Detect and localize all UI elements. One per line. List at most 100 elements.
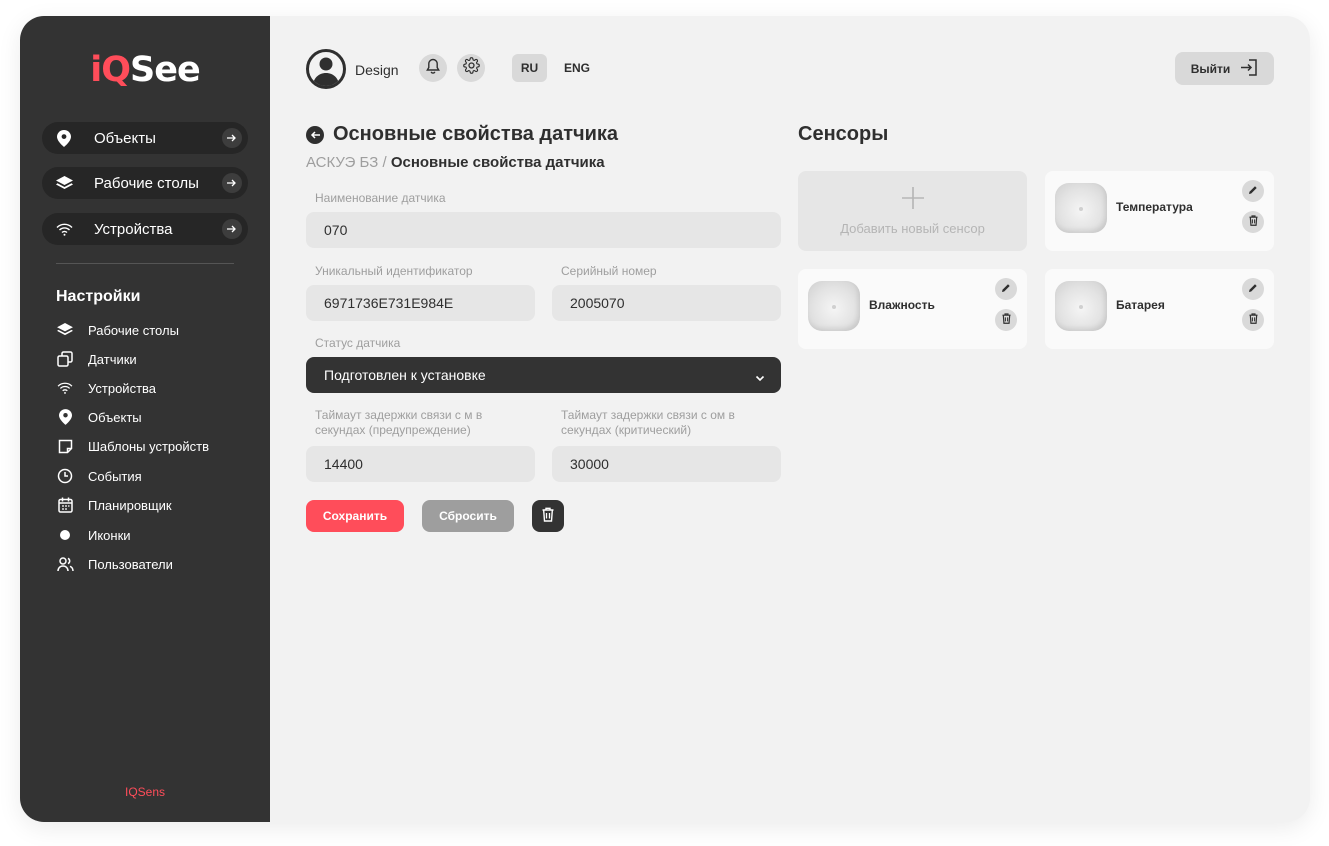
add-sensor-button[interactable]: Добавить новый сенсор bbox=[798, 171, 1027, 251]
layers-icon bbox=[56, 321, 74, 339]
reset-button[interactable]: Сбросить bbox=[422, 500, 514, 532]
save-button[interactable]: Сохранить bbox=[306, 500, 404, 532]
avatar[interactable] bbox=[306, 49, 346, 89]
sensor-name: Температура bbox=[1116, 200, 1193, 214]
settings-item-icons[interactable]: Иконки bbox=[56, 526, 131, 544]
trash-icon bbox=[1001, 311, 1011, 329]
arrow-left-icon bbox=[310, 126, 320, 144]
location-pin-icon bbox=[54, 128, 74, 148]
status-label: Статус датчика bbox=[315, 336, 401, 350]
delete-sensor-button[interactable] bbox=[1242, 211, 1264, 233]
circle-icon bbox=[56, 526, 74, 544]
uid-input[interactable] bbox=[306, 285, 535, 321]
username: Design bbox=[355, 62, 399, 78]
timeout-warn-label-line1: Таймаут задержки связи с м в bbox=[315, 408, 483, 422]
pencil-icon bbox=[1248, 280, 1258, 298]
sensor-card-temperature[interactable]: Температура bbox=[1045, 171, 1274, 251]
sensor-name-input[interactable] bbox=[306, 212, 781, 248]
settings-item-label: События bbox=[88, 468, 142, 484]
breadcrumb-current: Основные свойства датчика bbox=[390, 154, 605, 171]
sidebar: iQSee Объекты Рабочие столы Устройства Н… bbox=[20, 16, 270, 822]
sensor-card-humidity[interactable]: Влажность bbox=[798, 269, 1027, 349]
serial-input[interactable] bbox=[552, 285, 781, 321]
edit-button[interactable] bbox=[995, 278, 1017, 300]
timeout-warn-input[interactable] bbox=[306, 446, 535, 482]
lang-eng-button[interactable]: ENG bbox=[559, 54, 595, 82]
note-template-icon bbox=[56, 437, 74, 455]
settings-item-users[interactable]: Пользователи bbox=[56, 555, 173, 573]
settings-item-label: Шаблоны устройств bbox=[88, 438, 209, 454]
sidebar-divider bbox=[56, 263, 234, 264]
timeout-crit-input[interactable] bbox=[552, 446, 781, 482]
settings-item-label: Иконки bbox=[88, 527, 131, 543]
back-button[interactable] bbox=[306, 125, 324, 144]
calendar-icon bbox=[56, 496, 74, 514]
wifi-icon bbox=[54, 219, 74, 239]
add-sensor-label: Добавить новый сенсор bbox=[840, 221, 985, 236]
settings-item-devices[interactable]: Устройства bbox=[56, 379, 156, 397]
breadcrumb-separator: / bbox=[378, 154, 391, 171]
layers-icon bbox=[54, 173, 74, 193]
serial-label: Серийный номер bbox=[561, 264, 657, 278]
clock-icon bbox=[56, 467, 74, 485]
sensor-name-label: Наименование датчика bbox=[315, 191, 446, 205]
sensor-image bbox=[808, 281, 860, 331]
settings-item-label: Устройства bbox=[88, 380, 157, 396]
edit-button[interactable] bbox=[1242, 278, 1264, 300]
arrow-right-icon[interactable] bbox=[222, 219, 242, 239]
delete-sensor-button[interactable] bbox=[995, 309, 1017, 331]
settings-item-label: Пользователи bbox=[88, 556, 173, 572]
nav-objects-label: Объекты bbox=[94, 129, 156, 147]
settings-button[interactable] bbox=[457, 54, 485, 82]
status-select[interactable]: Подготовлен к установке bbox=[306, 357, 781, 393]
users-icon bbox=[56, 555, 74, 573]
timeout-crit-label-line2: секундах (критический) bbox=[561, 423, 692, 437]
settings-item-device-templates[interactable]: Шаблоны устройств bbox=[56, 437, 209, 455]
sensor-name: Влажность bbox=[869, 298, 935, 312]
delete-button[interactable] bbox=[532, 500, 564, 532]
logout-label: Выйти bbox=[1190, 61, 1231, 76]
delete-sensor-button[interactable] bbox=[1242, 309, 1264, 331]
settings-title: Настройки bbox=[56, 288, 141, 305]
sensor-card-battery[interactable]: Батарея bbox=[1045, 269, 1274, 349]
logo[interactable]: iQSee bbox=[20, 50, 270, 90]
arrow-right-icon[interactable] bbox=[222, 173, 242, 193]
timeout-crit-label: Таймаут задержки связи с ом в секундах (… bbox=[561, 408, 735, 438]
footer-brand: IQSens bbox=[124, 785, 166, 799]
logout-icon bbox=[1240, 58, 1258, 79]
logout-button[interactable]: Выйти bbox=[1175, 52, 1274, 85]
nav-dashboards[interactable]: Рабочие столы bbox=[42, 167, 248, 199]
lang-ru-button[interactable]: RU bbox=[512, 54, 547, 82]
pencil-icon bbox=[1248, 182, 1258, 200]
settings-item-objects[interactable]: Объекты bbox=[56, 408, 142, 426]
nav-objects[interactable]: Объекты bbox=[42, 122, 248, 154]
nav-devices[interactable]: Устройства bbox=[42, 213, 248, 245]
trash-icon bbox=[542, 507, 554, 525]
settings-item-label: Объекты bbox=[88, 409, 142, 425]
plus-icon bbox=[901, 186, 925, 215]
settings-item-events[interactable]: События bbox=[56, 467, 142, 485]
trash-icon bbox=[1248, 311, 1258, 329]
edit-button[interactable] bbox=[1242, 180, 1264, 202]
sensor-image bbox=[1055, 183, 1107, 233]
bell-icon bbox=[426, 58, 440, 79]
app-window: iQSee Объекты Рабочие столы Устройства Н… bbox=[20, 16, 1310, 822]
logo-iq: iQ bbox=[90, 50, 131, 90]
sensor-squares-icon bbox=[56, 350, 74, 368]
breadcrumb-parent[interactable]: АСКУЭ БЗ bbox=[306, 154, 378, 171]
settings-item-sensors[interactable]: Датчики bbox=[56, 350, 137, 368]
pencil-icon bbox=[1001, 280, 1011, 298]
location-pin-icon bbox=[56, 408, 74, 426]
logo-see: See bbox=[130, 50, 201, 90]
settings-item-label: Рабочие столы bbox=[88, 322, 179, 338]
notifications-button[interactable] bbox=[419, 54, 447, 82]
page-title: Основные свойства датчика bbox=[333, 123, 619, 145]
settings-item-label: Планировщик bbox=[88, 497, 172, 513]
timeout-crit-label-line1: Таймаут задержки связи с ом в bbox=[561, 408, 735, 422]
arrow-right-icon[interactable] bbox=[222, 128, 242, 148]
nav-dashboards-label: Рабочие столы bbox=[94, 174, 199, 192]
sensor-name: Батарея bbox=[1116, 298, 1165, 312]
settings-item-scheduler[interactable]: Планировщик bbox=[56, 496, 172, 514]
settings-item-dashboards[interactable]: Рабочие столы bbox=[56, 321, 179, 339]
trash-icon bbox=[1248, 213, 1258, 231]
